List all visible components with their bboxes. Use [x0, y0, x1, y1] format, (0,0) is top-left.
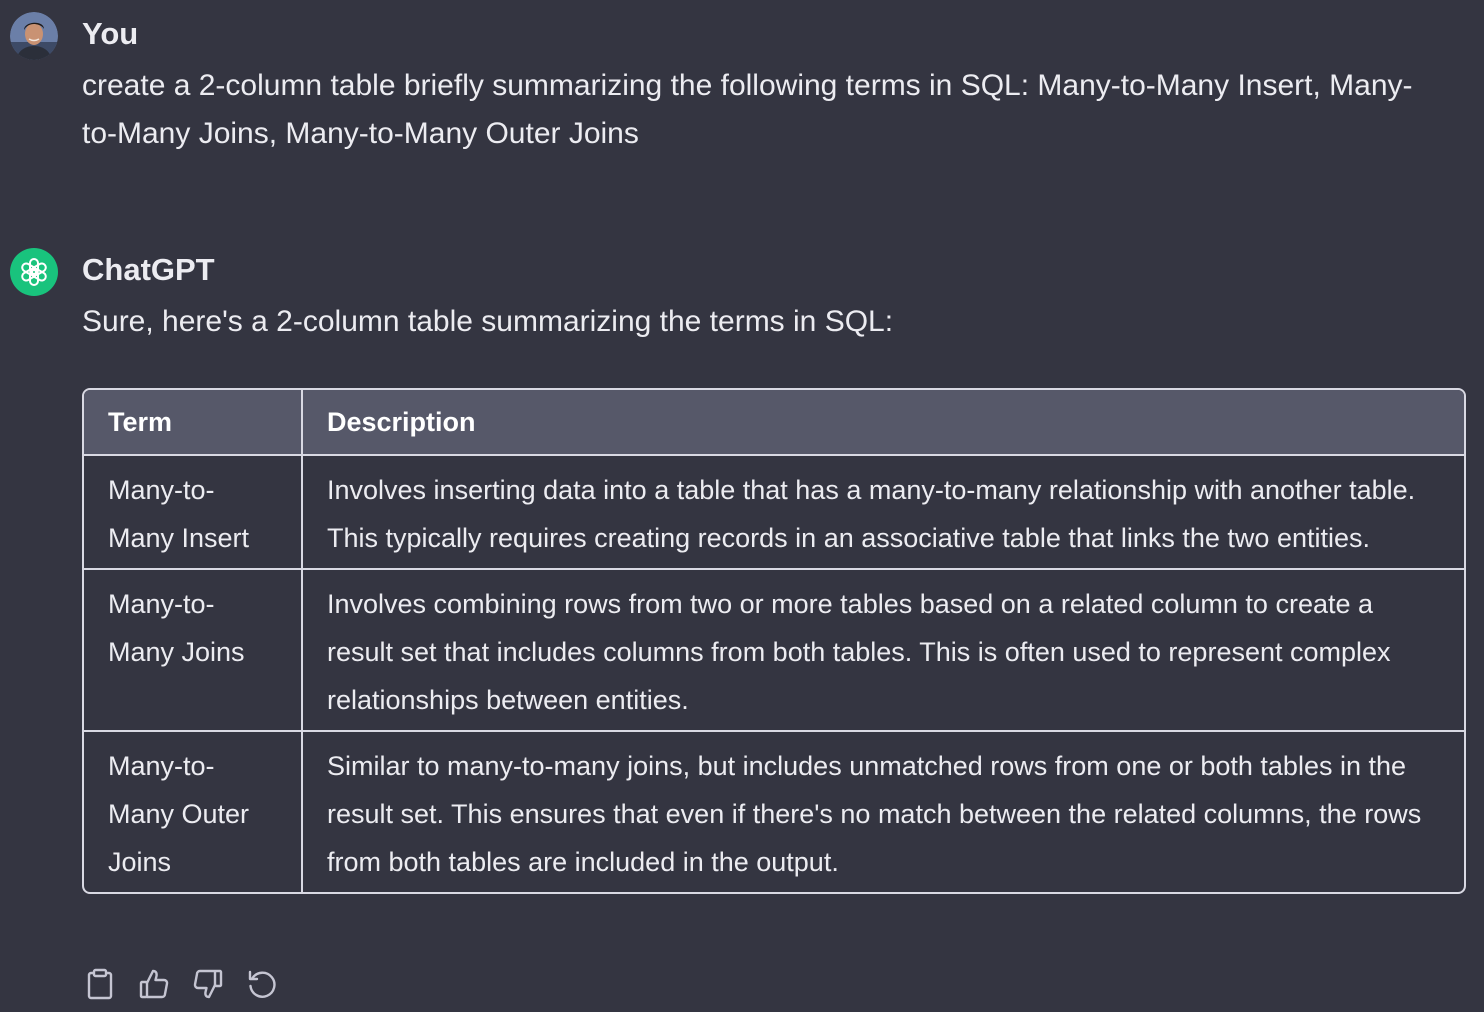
table-row: Many-to-Many Insert Involves inserting d…	[84, 454, 1464, 569]
table-header-term: Term	[84, 390, 302, 455]
regenerate-button[interactable]	[246, 964, 278, 1004]
thumbs-up-button[interactable]	[138, 964, 170, 1004]
copy-button[interactable]	[84, 964, 116, 1004]
table-header-description: Description	[301, 390, 1464, 455]
regenerate-icon	[248, 970, 276, 998]
assistant-author-name: ChatGPT	[82, 252, 215, 287]
table-cell-term: Many-to-Many Insert	[84, 454, 302, 569]
thumbs-down-button[interactable]	[192, 964, 224, 1004]
table-row: Many-to-Many Joins Involves combining ro…	[84, 568, 1464, 731]
user-message-text: create a 2-column table briefly summariz…	[82, 69, 1413, 150]
assistant-intro-text: Sure, here's a 2-column table summarizin…	[82, 305, 894, 338]
table-cell-description: Involves inserting data into a table tha…	[301, 454, 1464, 569]
summary-table: Term Description Many-to-Many Insert Inv…	[82, 388, 1466, 894]
table-cell-description: Involves combining rows from two or more…	[301, 568, 1464, 731]
chat-page: You create a 2-column table briefly summ…	[0, 0, 1484, 1012]
thumbs-up-icon	[139, 969, 169, 999]
thumbs-down-icon	[193, 969, 223, 999]
table-cell-term: Many-to-Many Joins	[84, 568, 302, 731]
table-cell-description: Similar to many-to-many joins, but inclu…	[301, 730, 1464, 892]
message-actions	[84, 964, 278, 1004]
table-cell-term: Many-to-Many Outer Joins	[84, 730, 302, 892]
table-row: Many-to-Many Outer Joins Similar to many…	[84, 730, 1464, 892]
table-header-row: Term Description	[84, 390, 1464, 455]
clipboard-icon	[87, 968, 113, 1000]
user-author-name: You	[82, 16, 139, 51]
chatgpt-logo-icon	[10, 248, 58, 296]
user-avatar	[10, 12, 58, 60]
